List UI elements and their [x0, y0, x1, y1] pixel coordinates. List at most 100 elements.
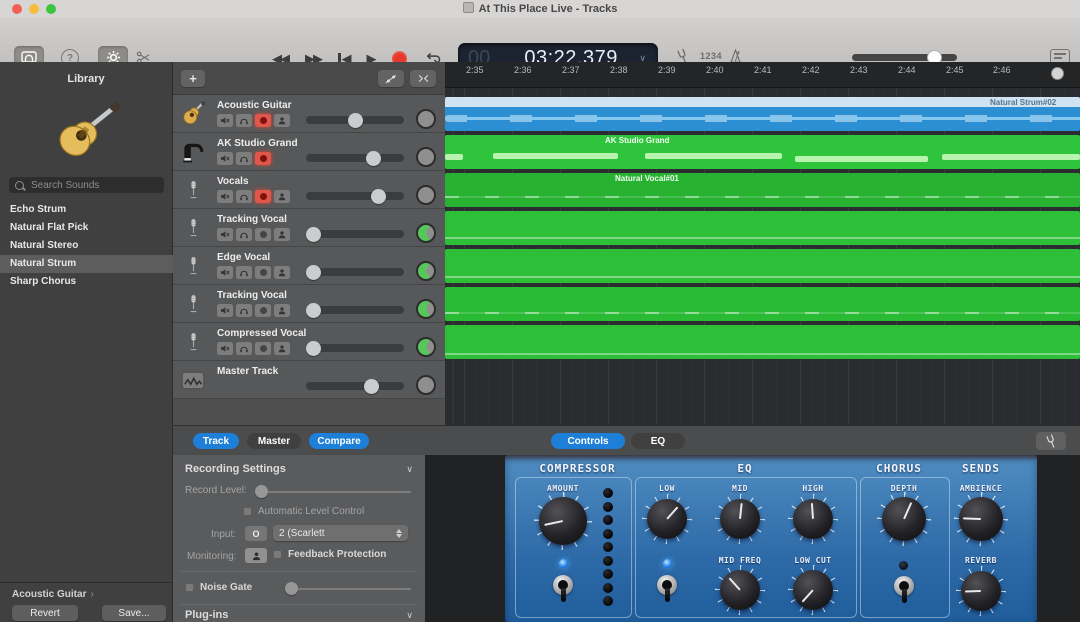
list-item[interactable]: Natural Strum [0, 255, 173, 273]
audio-region[interactable]: Natural Vocal#01 [445, 173, 1080, 207]
input-monitor-button[interactable] [274, 266, 290, 279]
noise-gate-checkbox[interactable] [185, 583, 194, 592]
chevron-down-icon[interactable]: ∨ [406, 610, 413, 621]
tab-controls[interactable]: Controls [551, 433, 625, 449]
search-input[interactable] [29, 179, 158, 192]
record-enable-button[interactable] [255, 152, 271, 165]
record-enable-button[interactable] [255, 342, 271, 355]
track-row[interactable]: Tracking Vocal [173, 209, 445, 247]
audio-region[interactable] [445, 249, 1080, 283]
track-row[interactable]: AK Studio Grand [173, 133, 445, 171]
auto-level-checkbox[interactable] [243, 507, 252, 516]
volume-knob[interactable] [364, 379, 379, 394]
amount-knob[interactable] [534, 492, 592, 550]
pan-knob[interactable] [416, 261, 436, 281]
record-level-knob[interactable] [255, 485, 268, 498]
input-monitor-button[interactable] [274, 342, 290, 355]
volume-slider[interactable] [306, 306, 404, 314]
mute-button[interactable] [217, 152, 233, 165]
list-item[interactable]: Natural Flat Pick [0, 219, 173, 237]
volume-slider[interactable] [306, 344, 404, 352]
tab-track[interactable]: Track [193, 433, 239, 449]
low-cut-knob[interactable] [788, 565, 838, 615]
mute-button[interactable] [217, 266, 233, 279]
input-monitor-button[interactable] [274, 228, 290, 241]
volume-slider[interactable] [306, 192, 404, 200]
solo-button[interactable] [236, 190, 252, 203]
automation-button[interactable] [378, 70, 404, 87]
track-row[interactable]: Acoustic Guitar [173, 95, 445, 133]
tab-compare[interactable]: Compare [309, 433, 369, 449]
volume-slider[interactable] [306, 116, 404, 124]
mute-button[interactable] [217, 304, 233, 317]
audio-region[interactable] [445, 325, 1080, 359]
mute-button[interactable] [217, 114, 233, 127]
solo-button[interactable] [236, 114, 252, 127]
pan-knob[interactable] [416, 375, 436, 395]
solo-button[interactable] [236, 342, 252, 355]
list-item[interactable]: Sharp Chorus [0, 273, 173, 291]
list-item[interactable]: Echo Strum [0, 201, 173, 219]
high-knob[interactable] [788, 494, 838, 544]
volume-knob[interactable] [366, 151, 381, 166]
audio-region[interactable] [445, 287, 1080, 321]
list-item[interactable]: Natural Stereo [0, 237, 173, 255]
tab-master[interactable]: Master [247, 433, 301, 449]
volume-knob[interactable] [306, 227, 321, 242]
record-enable-button[interactable] [255, 266, 271, 279]
master-track-row[interactable]: Master Track [173, 361, 445, 399]
input-monitor-button[interactable] [274, 114, 290, 127]
pan-knob[interactable] [416, 337, 436, 357]
tab-eq[interactable]: EQ [631, 433, 685, 449]
search-sounds-field[interactable] [9, 177, 164, 193]
volume-knob[interactable] [306, 341, 321, 356]
solo-button[interactable] [236, 152, 252, 165]
ruler-zoom-knob[interactable] [1051, 67, 1064, 80]
input-monitor-button[interactable] [274, 190, 290, 203]
volume-knob[interactable] [371, 189, 386, 204]
mute-button[interactable] [217, 228, 233, 241]
volume-knob[interactable] [306, 265, 321, 280]
pan-knob[interactable] [416, 223, 436, 243]
chorus-power-switch[interactable] [893, 576, 915, 606]
pan-knob[interactable] [416, 299, 436, 319]
reverb-knob[interactable] [956, 566, 1006, 616]
add-track-button[interactable]: + [181, 70, 205, 87]
input-select[interactable]: 2 (Scarlett [273, 525, 408, 541]
track-row[interactable]: Edge Vocal [173, 247, 445, 285]
volume-slider[interactable] [306, 382, 404, 390]
eq-power-switch[interactable] [656, 575, 678, 605]
volume-slider[interactable] [306, 230, 404, 238]
track-row[interactable]: Tracking Vocal [173, 285, 445, 323]
mute-button[interactable] [217, 342, 233, 355]
solo-button[interactable] [236, 304, 252, 317]
volume-knob[interactable] [348, 113, 363, 128]
track-row[interactable]: Compressed Vocal [173, 323, 445, 361]
input-monitor-button[interactable] [274, 304, 290, 317]
volume-slider[interactable] [306, 154, 404, 162]
midi-region[interactable]: AK Studio Grand [445, 135, 1080, 169]
pan-knob[interactable] [416, 109, 436, 129]
volume-slider[interactable] [306, 268, 404, 276]
solo-button[interactable] [236, 228, 252, 241]
mid-freq-knob[interactable] [715, 565, 765, 615]
pan-knob[interactable] [416, 147, 436, 167]
pan-knob[interactable] [416, 185, 436, 205]
monitoring-button[interactable] [245, 548, 267, 563]
feedback-protection-checkbox[interactable] [273, 550, 282, 559]
ambience-knob[interactable] [954, 492, 1008, 546]
record-enable-button[interactable] [255, 304, 271, 317]
low-knob[interactable] [642, 494, 692, 544]
record-enable-button[interactable] [255, 190, 271, 203]
catch-playhead-button[interactable] [410, 70, 436, 87]
count-in-button[interactable]: 1234 [700, 51, 722, 61]
revert-button[interactable]: Revert [12, 605, 78, 621]
audio-region[interactable] [445, 211, 1080, 245]
time-ruler[interactable]: 2:35 2:36 2:37 2:38 2:39 2:40 2:41 2:42 … [445, 62, 1080, 88]
master-volume-slider[interactable] [852, 54, 957, 61]
mid-knob[interactable] [715, 494, 765, 544]
depth-knob[interactable] [877, 492, 931, 546]
input-format-button[interactable]: O [245, 526, 267, 541]
audio-region[interactable]: Natural Strum#02 [445, 97, 1080, 131]
record-enable-button[interactable] [255, 114, 271, 127]
